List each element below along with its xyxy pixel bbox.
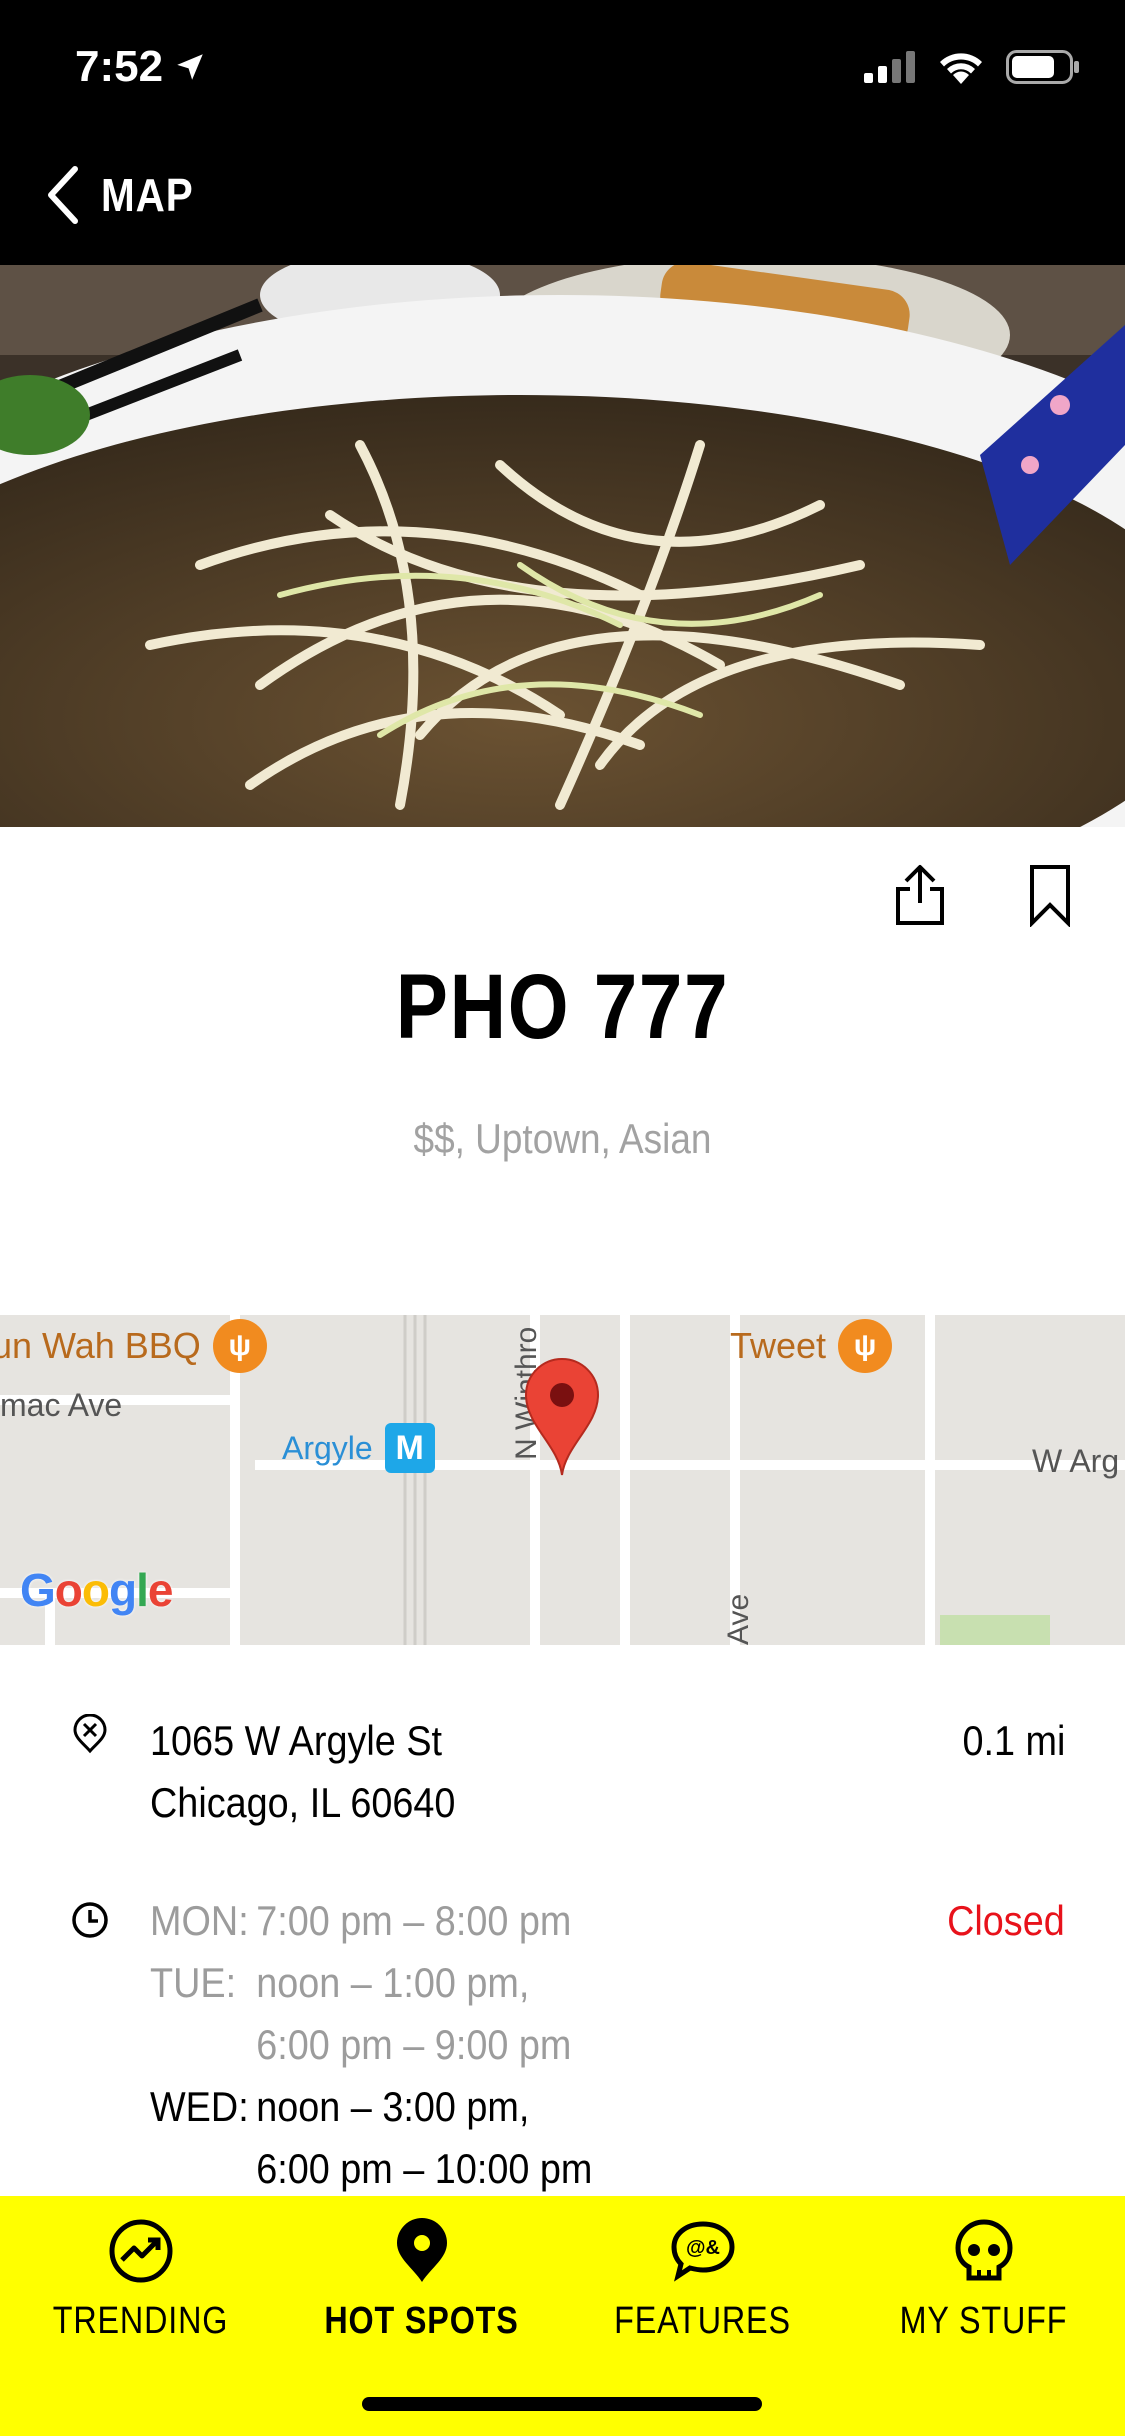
restaurant-poi-icon: ψ (838, 1319, 893, 1373)
restaurant-poi-icon: ψ (212, 1319, 267, 1373)
bookmark-button[interactable] (1015, 860, 1085, 930)
home-indicator (362, 2397, 762, 2411)
battery-icon (1006, 50, 1079, 84)
hours-row-current: WED: noon – 3:00 pm, (150, 2083, 530, 2130)
google-attribution: Google (20, 1564, 173, 1616)
chevron-left-icon (48, 166, 78, 224)
restaurant-meta: $$, Uptown, Asian (413, 1115, 712, 1162)
metro-icon: M (384, 1423, 435, 1473)
top-bar: 7:52 MAP (0, 0, 1125, 265)
back-label: MAP (101, 169, 194, 221)
hours-row-current: 6:00 pm – 10:00 pm (256, 2145, 593, 2192)
open-status: Closed (947, 1897, 1065, 1944)
action-buttons (885, 860, 1085, 930)
hours-row: 6:00 pm – 9:00 pm (256, 2021, 572, 2068)
tab-my-stuff[interactable]: MY STUFF (843, 2216, 1124, 2343)
trending-icon (109, 2219, 172, 2283)
skull-icon (954, 2219, 1013, 2281)
distance: 0.1 mi (962, 1717, 1065, 1764)
map-pin-marker (524, 1358, 600, 1476)
status-time: 7:52 (75, 42, 207, 92)
features-icon: @& (670, 2221, 735, 2282)
hours-row: MON: 7:00 pm – 8:00 pm (150, 1897, 572, 1944)
address-line-2: Chicago, IL 60640 (150, 1779, 456, 1826)
location-arrow-icon (177, 54, 203, 80)
restaurant-photo (0, 265, 1125, 827)
tab-features[interactable]: @& FEATURES (562, 2216, 843, 2343)
map-transit-argyle[interactable]: Argyle M (282, 1423, 435, 1473)
map-street-label: mac Ave (0, 1387, 123, 1423)
address[interactable]: 1065 W Argyle St Chicago, IL 60640 (150, 1710, 455, 1834)
share-icon (896, 865, 944, 925)
cellular-signal-icon (864, 51, 915, 83)
map-street-label: W Arg (1032, 1443, 1120, 1479)
map-pin-icon (396, 2218, 447, 2282)
bookmark-icon (1030, 865, 1070, 927)
back-button[interactable]: MAP (45, 165, 206, 225)
hours-row: TUE: noon – 1:00 pm, (150, 1959, 530, 2006)
location-x-icon (73, 1714, 107, 1754)
tab-hot-spots[interactable]: HOT SPOTS (281, 2216, 562, 2343)
address-line-1: 1065 W Argyle St (150, 1717, 443, 1764)
map-poi-tweet[interactable]: Tweet ψ (730, 1319, 893, 1373)
restaurant-name: PHO 777 (395, 956, 730, 1058)
map-street-label: Ave (722, 1593, 755, 1645)
opening-hours: MON: 7:00 pm – 8:00 pm TUE: noon – 1:00 … (150, 1890, 592, 2200)
clock-icon (72, 1902, 108, 1938)
wifi-icon (940, 53, 982, 84)
svg-text:@&: @& (686, 2237, 720, 2259)
location-map[interactable]: un Wah BBQ ψ Tweet ψ mac Ave Argyle M W … (0, 1315, 1125, 1645)
tab-trending[interactable]: TRENDING (0, 2216, 281, 2343)
map-poi-sun-wah[interactable]: un Wah BBQ ψ (0, 1319, 267, 1373)
status-indicators (864, 50, 1080, 84)
share-button[interactable] (885, 860, 955, 930)
